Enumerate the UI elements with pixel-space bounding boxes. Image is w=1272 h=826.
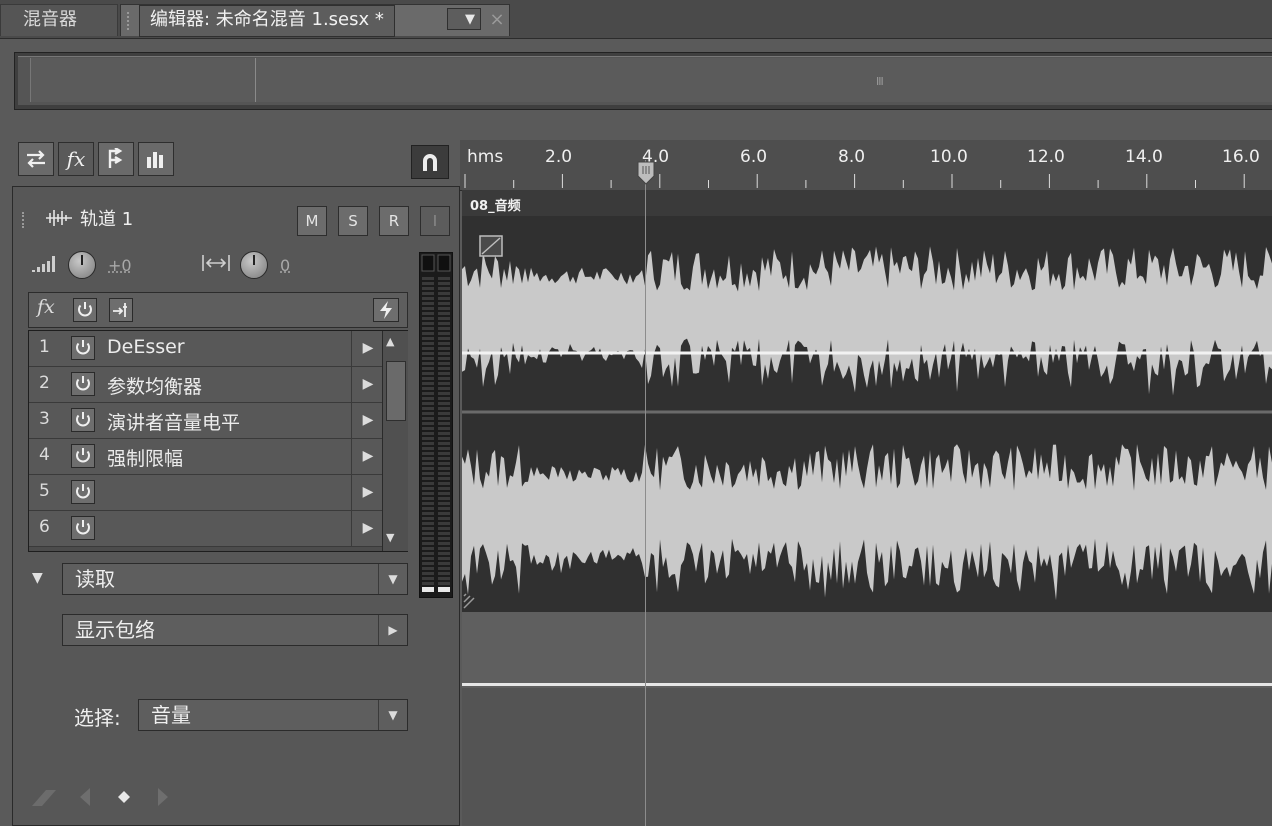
tab-editor-label[interactable]: 编辑器: 未命名混音 1.sesx * — [139, 5, 395, 37]
chevron-right-icon[interactable]: ▶ — [378, 615, 407, 645]
fx-power-icon[interactable] — [71, 480, 95, 504]
ruler-tick-label: 2.0 — [545, 147, 572, 167]
fx-power-icon[interactable] — [71, 516, 95, 540]
fx-rack-header: fx — [28, 292, 408, 328]
pan-value[interactable]: 0 — [280, 256, 290, 275]
fx-icon[interactable]: fx — [58, 142, 94, 176]
ruler-ticks — [460, 172, 1272, 190]
fx-slot-menu-icon[interactable]: ▶ — [351, 439, 384, 474]
record-arm-button[interactable]: R — [379, 206, 409, 236]
fx-apply-icon[interactable] — [373, 298, 399, 322]
magnet-icon[interactable] — [411, 145, 449, 179]
send-icon[interactable] — [98, 142, 134, 176]
fx-slot-number: 3 — [39, 409, 50, 429]
scroll-down-icon[interactable]: ▼ — [386, 531, 394, 544]
select-label: 选择: — [74, 702, 121, 731]
fx-slot-number: 5 — [39, 481, 50, 501]
collapse-icon[interactable]: ▼ — [32, 570, 43, 586]
input-monitor-button[interactable]: I — [420, 206, 450, 236]
scroll-up-icon[interactable]: ▲ — [386, 335, 394, 348]
level-meter — [419, 252, 453, 598]
volume-icon — [30, 252, 60, 278]
waveform-track-icon — [44, 209, 74, 231]
fx-rack-power-icon[interactable] — [73, 298, 97, 322]
select-parameter-value: 音量 — [151, 703, 191, 727]
show-envelope-dropdown[interactable]: 显示包络 ▶ — [62, 614, 408, 646]
track-name[interactable]: 轨道 1 — [80, 205, 133, 231]
eq-icon[interactable] — [138, 142, 174, 176]
tab-editor[interactable]: 编辑器: 未命名混音 1.sesx * ▼ × — [120, 4, 510, 36]
waveform-display[interactable] — [462, 216, 1272, 612]
clip-name[interactable]: 08_音频 — [470, 195, 521, 214]
tab-mixer[interactable]: 混音器 — [0, 4, 118, 36]
tab-menu-button[interactable]: ▼ — [447, 8, 481, 30]
fx-power-icon[interactable] — [71, 372, 95, 396]
fx-slot-menu-icon[interactable]: ▶ — [351, 403, 384, 438]
fx-slot-number: 6 — [39, 517, 50, 537]
automation-lane-bg — [462, 688, 1272, 826]
fx-scrollbar[interactable]: ▲ ▼ — [382, 331, 408, 551]
fx-power-icon[interactable] — [71, 444, 95, 468]
track-grip-icon[interactable] — [22, 212, 28, 228]
chevron-down-icon[interactable]: ▼ — [378, 700, 407, 730]
playhead[interactable] — [645, 160, 646, 826]
fx-slot-number: 2 — [39, 373, 50, 393]
solo-button[interactable]: S — [338, 206, 368, 236]
fx-slot-menu-icon[interactable]: ▶ — [351, 367, 384, 402]
fx-rack-icon: fx — [37, 296, 55, 318]
fx-slot[interactable]: 6 ▶ — [29, 511, 383, 547]
overview-grip-icon[interactable]: III — [876, 75, 890, 87]
fx-power-icon[interactable] — [71, 408, 95, 432]
chevron-down-icon[interactable]: ▼ — [378, 564, 407, 594]
mute-button[interactable]: M — [297, 206, 327, 236]
ruler-tick-label: 6.0 — [740, 147, 767, 167]
fx-slot-menu-icon[interactable]: ▶ — [351, 475, 384, 510]
fx-slot-number: 1 — [39, 337, 50, 357]
fx-slot-name[interactable]: 参数均衡器 — [107, 372, 202, 399]
fx-slot[interactable]: 4 强制限幅 ▶ — [29, 439, 383, 475]
close-icon[interactable]: × — [487, 5, 507, 35]
show-envelope-value: 显示包络 — [75, 618, 155, 642]
overview-playhead-marker — [255, 58, 256, 102]
pan-knob[interactable] — [240, 251, 268, 279]
automation-mode-dropdown[interactable]: 读取 ▼ — [62, 563, 408, 595]
fx-slot[interactable]: 3 演讲者音量电平 ▶ — [29, 403, 383, 439]
fx-slot[interactable]: 1 DeEsser ▶ — [29, 331, 383, 367]
keyframe-controls — [28, 782, 178, 812]
overview-scroll-thumb[interactable] — [30, 58, 1272, 102]
fx-slot-name[interactable]: 演讲者音量电平 — [107, 408, 240, 435]
fx-prefader-icon[interactable] — [109, 298, 133, 322]
ruler-tick-label: 14.0 — [1125, 147, 1163, 167]
fx-slot-number: 4 — [39, 445, 50, 465]
fx-slot-menu-icon[interactable]: ▶ — [351, 331, 384, 366]
clip-title-bar[interactable] — [462, 190, 1272, 216]
fx-slot-list: 1 DeEsser ▶ 2 参数均衡器 ▶ 3 演讲者音量电平 ▶ 4 强制限幅… — [28, 330, 408, 552]
automation-mode-value: 读取 — [75, 567, 115, 591]
tab-grip-icon[interactable] — [127, 12, 135, 30]
pan-icon — [200, 252, 232, 278]
fx-slot-name[interactable]: 强制限幅 — [107, 444, 183, 471]
ruler-tick-label: 16.0 — [1222, 147, 1260, 167]
fx-power-icon[interactable] — [71, 336, 95, 360]
volume-knob[interactable] — [68, 251, 96, 279]
volume-value[interactable]: +0 — [108, 256, 132, 275]
volume-envelope-line[interactable] — [462, 683, 1272, 686]
fx-slot[interactable]: 5 ▶ — [29, 475, 383, 511]
fx-slot-menu-icon[interactable]: ▶ — [351, 511, 384, 546]
select-parameter-dropdown[interactable]: 音量 ▼ — [138, 699, 408, 731]
ruler-tick-label: 12.0 — [1027, 147, 1065, 167]
clip-fade-icon[interactable] — [480, 233, 502, 253]
ruler-unit[interactable]: hms — [467, 147, 503, 167]
ruler-tick-label: 10.0 — [930, 147, 968, 167]
playhead-handle-icon[interactable] — [636, 160, 656, 190]
ruler-tick-label: 8.0 — [838, 147, 865, 167]
fx-scroll-thumb[interactable] — [386, 361, 406, 421]
swap-icon[interactable] — [18, 142, 54, 176]
automation-lane[interactable] — [462, 612, 1272, 826]
fx-slot-name[interactable]: DeEsser — [107, 336, 185, 358]
fx-slot[interactable]: 2 参数均衡器 ▶ — [29, 367, 383, 403]
